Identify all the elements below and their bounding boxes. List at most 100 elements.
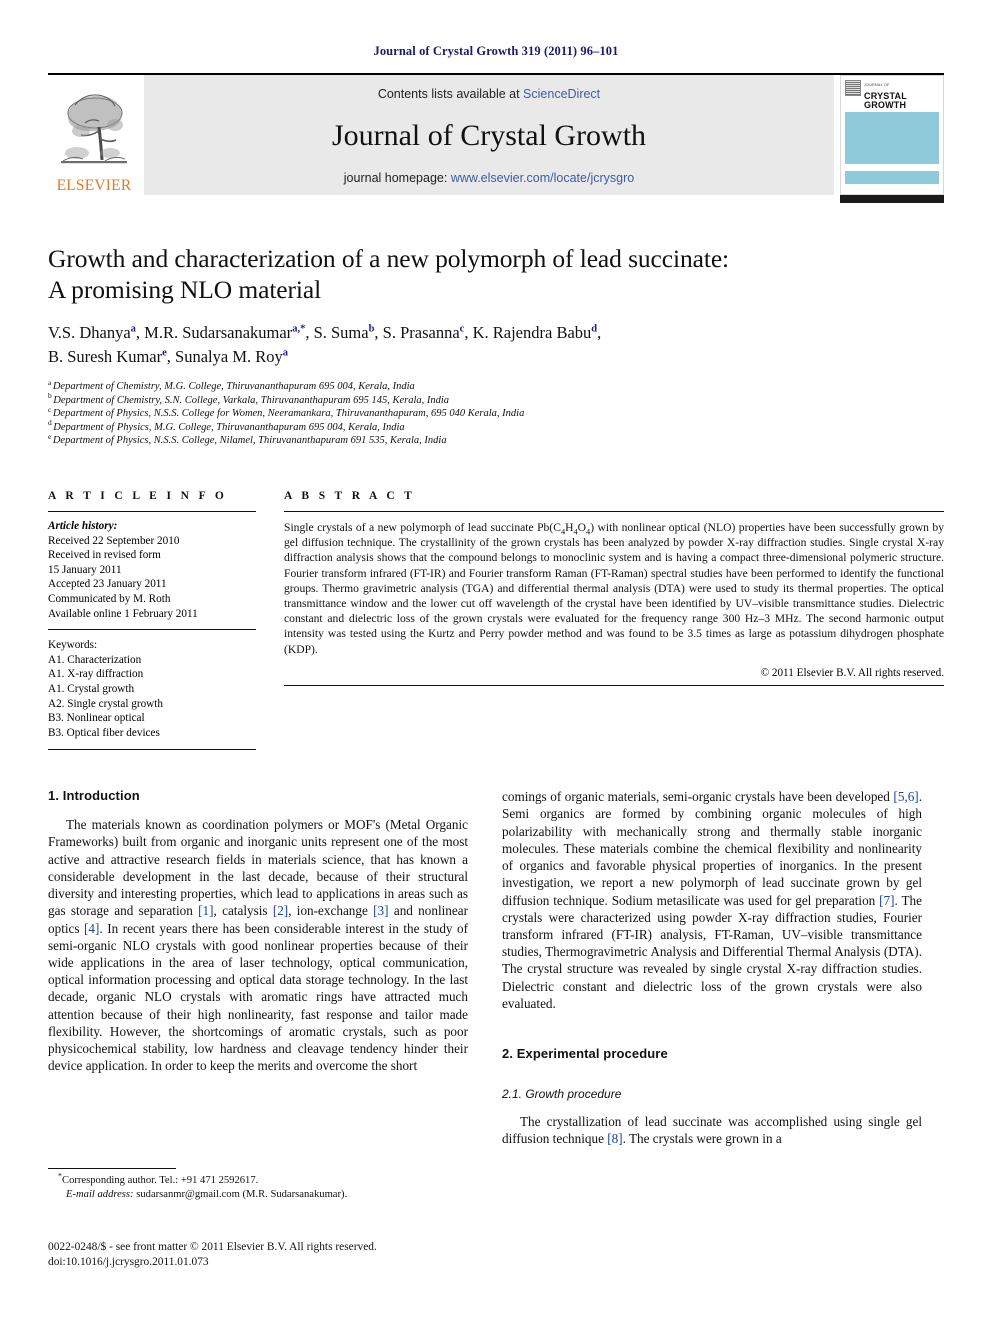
author-sep: , bbox=[305, 323, 314, 342]
journal-homepage-line: journal homepage: www.elsevier.com/locat… bbox=[344, 171, 634, 185]
affiliation-item: a Department of Chemistry, M.G. College, … bbox=[48, 377, 944, 394]
abstract-heading: A B S T R A C T bbox=[284, 489, 416, 502]
paper-page: Journal of Crystal Growth 319 (2011) 96–… bbox=[0, 0, 992, 1323]
author: B. Suresh Kumare, bbox=[48, 347, 175, 366]
journal-banner: Contents lists available at ScienceDirec… bbox=[144, 75, 834, 195]
cover-footer-block bbox=[845, 171, 939, 184]
citation-ref-3[interactable]: [3] bbox=[373, 903, 388, 918]
body-column-right: comings of organic materials, semi-organ… bbox=[502, 788, 922, 1147]
homepage-prefix: journal homepage: bbox=[343, 171, 451, 185]
elsevier-wordmark: ELSEVIER bbox=[56, 176, 132, 194]
journal-title: Journal of Crystal Growth bbox=[331, 119, 647, 152]
intro-cont-a: comings of organic materials, semi-organ… bbox=[502, 789, 894, 805]
author: K. Rajendra Babud, bbox=[473, 323, 602, 342]
keyword-item: A1. Crystal growth bbox=[48, 682, 135, 695]
author-name: V.S. Dhanya bbox=[48, 323, 131, 342]
affiliation-mark: a bbox=[48, 377, 52, 387]
title-line-2: A promising NLO material bbox=[48, 275, 322, 304]
cover-badge-icon bbox=[845, 80, 861, 96]
page-title: Growth and characterization of a new pol… bbox=[48, 243, 944, 305]
elsevier-logo: ELSEVIER bbox=[48, 75, 140, 195]
keyword-item: A2. Single crystal growth bbox=[48, 697, 163, 710]
growth-paragraph: The crystallization of lead succinate wa… bbox=[502, 1113, 922, 1147]
growth-text-b: . The crystals were grown in a bbox=[622, 1131, 782, 1147]
cover-header: JOURNAL OF CRYSTAL GROWTH bbox=[845, 80, 939, 110]
author-sep: , bbox=[166, 347, 176, 366]
running-head: Journal of Crystal Growth 319 (2011) 96–… bbox=[373, 44, 619, 58]
history-item: 15 January 2011 bbox=[48, 563, 122, 576]
cover-image-block bbox=[845, 112, 939, 164]
info-abstract-region: A R T I C L E I N F O Article history: R… bbox=[48, 490, 944, 751]
affiliation-mark: d bbox=[48, 418, 52, 428]
history-item: Accepted 23 January 2011 bbox=[48, 578, 167, 591]
author: V.S. Dhanyaa, bbox=[48, 323, 144, 342]
author-name: S. Prasanna bbox=[382, 323, 460, 342]
journal-homepage-link[interactable]: www.elsevier.com/locate/jcrysgro bbox=[451, 171, 634, 185]
history-item: Communicated by M. Roth bbox=[48, 592, 171, 605]
article-history-label: Article history: bbox=[48, 519, 118, 532]
author-affil-mark: a,* bbox=[292, 323, 306, 335]
citation-ref-7[interactable]: [7] bbox=[879, 893, 894, 908]
article-history-block: Article history: Received 22 September 2… bbox=[48, 510, 256, 631]
affiliation-text: Department of Physics, N.S.S. College, N… bbox=[52, 435, 447, 447]
affiliation-mark: c bbox=[48, 404, 52, 414]
keywords-label: Keywords: bbox=[48, 639, 98, 652]
body-columns: 1. Introduction The materials known as c… bbox=[48, 788, 944, 1147]
history-item: Received in revised form bbox=[48, 549, 161, 562]
cover-line-2: GROWTH bbox=[864, 100, 907, 110]
corresponding-author-text: Corresponding author. Tel.: +91 471 2592… bbox=[62, 1175, 259, 1186]
cover-title: JOURNAL OF CRYSTAL GROWTH bbox=[864, 80, 907, 111]
author-sep: , bbox=[464, 323, 473, 342]
author-sep: , bbox=[597, 323, 602, 342]
keyword-item: B3. Nonlinear optical bbox=[48, 712, 145, 725]
abstract-text: Single crystals of a new polymorph of le… bbox=[284, 512, 944, 661]
affiliation-item: e Department of Physics, N.S.S. College, … bbox=[48, 431, 944, 448]
author-name: B. Suresh Kumar bbox=[48, 347, 163, 366]
affiliation-mark: b bbox=[48, 391, 52, 401]
affiliation-text: Department of Chemistry, M.G. College, T… bbox=[52, 381, 415, 392]
body-column-left: 1. Introduction The materials known as c… bbox=[48, 788, 468, 1147]
sciencedirect-link[interactable]: ScienceDirect bbox=[523, 87, 600, 101]
contents-available-line: Contents lists available at ScienceDirec… bbox=[378, 87, 600, 101]
history-item: Available online 1 February 2011 bbox=[48, 607, 198, 620]
doi-line[interactable]: doi:10.1016/j.jcrysgro.2011.01.073 bbox=[48, 1255, 508, 1270]
author-name: Sunalya M. Roy bbox=[175, 347, 283, 366]
article-history: Article history: Received 22 September 2… bbox=[48, 512, 256, 629]
author-list: V.S. Dhanyaa, M.R. Sudarsanakumara,*, S.… bbox=[48, 321, 944, 369]
abstract-part-1: Single crystals of a new polymorph of le… bbox=[284, 520, 561, 534]
author: S. Prasannac, bbox=[383, 323, 473, 342]
affiliation-mark: e bbox=[48, 431, 52, 441]
author-name: S. Suma bbox=[313, 323, 369, 342]
cover-line-1: CRYSTAL bbox=[864, 90, 907, 101]
citation-ref-1[interactable]: [1] bbox=[198, 903, 213, 918]
section-heading-experimental: 2. Experimental procedure bbox=[502, 1045, 668, 1061]
journal-cover-thumbnail[interactable]: JOURNAL OF CRYSTAL GROWTH bbox=[840, 75, 944, 203]
abstract-part-3: O bbox=[577, 520, 587, 534]
author-sep: , bbox=[374, 323, 383, 342]
keyword-item: A1. Characterization bbox=[48, 653, 142, 666]
section-heading-introduction: 1. Introduction bbox=[48, 788, 140, 804]
abstract-block: Single crystals of a new polymorph of le… bbox=[284, 510, 944, 686]
contents-prefix: Contents lists available at bbox=[377, 87, 524, 101]
footnote-block: *Corresponding author. Tel.: +91 471 259… bbox=[48, 1168, 468, 1202]
elsevier-tree-icon bbox=[61, 93, 127, 163]
author: M.R. Sudarsanakumara,*, bbox=[144, 323, 313, 342]
intro-cont-c: . The crystals were characterized using … bbox=[502, 892, 922, 1011]
citation-ref-8[interactable]: [8] bbox=[607, 1131, 622, 1146]
intro-text-e: . In recent years there has been conside… bbox=[48, 920, 468, 1074]
email-address[interactable]: sudarsanmr@gmail.com (M.R. Sudarsanakuma… bbox=[134, 1189, 347, 1200]
keyword-item: B3. Optical fiber devices bbox=[48, 726, 160, 739]
intro-text-c: , ion-exchange bbox=[288, 903, 374, 919]
citation-ref-4[interactable]: [4] bbox=[84, 921, 99, 936]
citation-ref-2[interactable]: [2] bbox=[273, 903, 288, 918]
email-line: E-mail address: sudarsanmr@gmail.com (M.… bbox=[58, 1189, 347, 1200]
author-name: K. Rajendra Babu bbox=[472, 323, 592, 342]
affiliation-item: d Department of Physics, M.G. College, Th… bbox=[48, 418, 944, 435]
abstract-panel: A B S T R A C T Single crystals of a new… bbox=[284, 490, 944, 750]
intro-paragraph: The materials known as coordination poly… bbox=[48, 816, 468, 1074]
intro-text-b: , catalysis bbox=[213, 903, 273, 919]
author-sep: , bbox=[135, 323, 145, 342]
citation-ref-5-6[interactable]: [5,6] bbox=[893, 789, 918, 804]
affiliation-text: Department of Physics, N.S.S. College fo… bbox=[52, 408, 525, 420]
history-item: Received 22 September 2010 bbox=[48, 534, 180, 547]
